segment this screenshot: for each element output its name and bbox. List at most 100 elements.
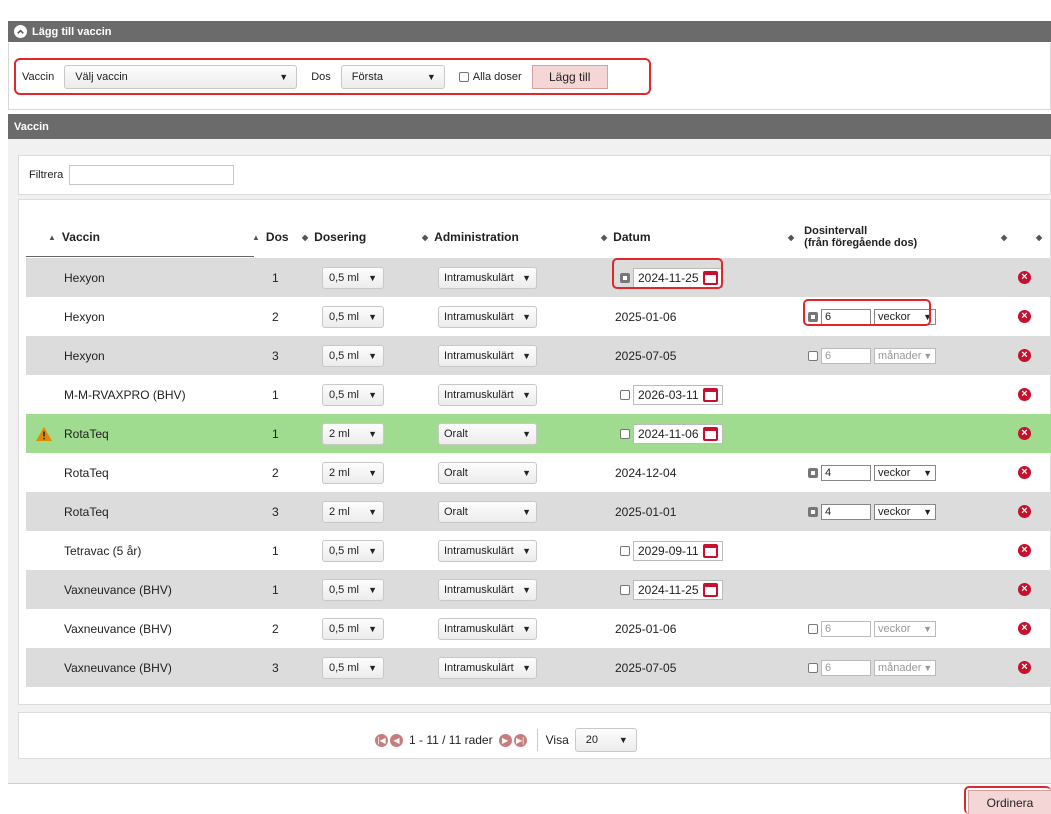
dosage-select[interactable]: 0,5 ml ▼ bbox=[322, 266, 384, 289]
dosage-select[interactable]: 0,5 ml ▼ bbox=[322, 578, 384, 601]
administration-select[interactable]: Intramuskulärt ▼ bbox=[438, 344, 537, 367]
interval-unit-select[interactable]: månader ▼ bbox=[874, 659, 936, 676]
delete-icon[interactable]: × bbox=[1018, 622, 1031, 635]
date-input[interactable]: 2024-11-06 bbox=[633, 423, 723, 444]
dose-select[interactable]: Första ▼ bbox=[340, 64, 445, 89]
interval-unit-select[interactable]: månader ▼ bbox=[874, 347, 936, 364]
interval-checkbox[interactable] bbox=[808, 467, 818, 478]
table-row[interactable]: M-M-RVAXPRO (BHV) 1 0,5 ml ▼ Intramuskulärt ▼… bbox=[26, 375, 1051, 414]
pager-controls: |◀ ◀ 1 - 11 / 11 rader ▶ ▶| Visa 20 ▼ bbox=[375, 728, 637, 752]
table-row[interactable]: RotaTeq 1 2 ml ▼ Oralt ▼ 2024-11-06 × bbox=[26, 414, 1051, 453]
table-row[interactable]: Vaxneuvance (BHV) 1 0,5 ml ▼ Intramuskulärt ▼… bbox=[26, 570, 1051, 609]
calendar-icon[interactable] bbox=[702, 426, 718, 441]
next-page-icon[interactable]: ▶ bbox=[498, 733, 512, 747]
interval-checkbox[interactable] bbox=[808, 623, 818, 634]
date-checkbox[interactable] bbox=[620, 545, 630, 556]
vaccine-select[interactable]: Välj vaccin ▼ bbox=[64, 64, 298, 89]
calendar-icon[interactable] bbox=[702, 543, 718, 558]
col-extra-2[interactable]: ◆ bbox=[1036, 233, 1048, 242]
delete-icon[interactable]: × bbox=[1018, 661, 1031, 674]
dosage-select[interactable]: 2 ml ▼ bbox=[322, 422, 384, 445]
administration-select[interactable]: Intramuskulärt ▼ bbox=[438, 656, 537, 679]
dosage-select[interactable]: 2 ml ▼ bbox=[322, 461, 384, 484]
date-checkbox[interactable] bbox=[620, 584, 630, 595]
delete-icon[interactable]: × bbox=[1018, 349, 1031, 362]
dosage-select[interactable]: 0,5 ml ▼ bbox=[322, 539, 384, 562]
delete-icon[interactable]: × bbox=[1018, 388, 1031, 401]
caret-down-icon: ▼ bbox=[368, 272, 377, 283]
delete-icon[interactable]: × bbox=[1018, 310, 1031, 323]
administration-select[interactable]: Intramuskulärt ▼ bbox=[438, 578, 537, 601]
date-input[interactable]: 2024-11-25 bbox=[633, 579, 723, 600]
collapse-up-icon[interactable] bbox=[14, 25, 27, 38]
administration-select[interactable]: Oralt ▼ bbox=[438, 500, 537, 523]
table-row[interactable]: RotaTeq 2 2 ml ▼ Oralt ▼ 2024-12-04 4 veckor ▼ × bbox=[26, 453, 1051, 492]
date-input[interactable]: 2029-09-11 bbox=[633, 540, 723, 561]
delete-icon[interactable]: × bbox=[1018, 583, 1031, 596]
date-input[interactable]: 2026-03-11 bbox=[633, 384, 723, 405]
interval-value-input[interactable]: 6 bbox=[821, 347, 871, 364]
dosage-select[interactable]: 0,5 ml ▼ bbox=[322, 617, 384, 640]
administration-select[interactable]: Oralt ▼ bbox=[438, 422, 537, 445]
page-size-select[interactable]: 20 ▼ bbox=[574, 728, 637, 752]
add-button[interactable]: Lägg till bbox=[531, 64, 608, 89]
table-row[interactable]: RotaTeq 3 2 ml ▼ Oralt ▼ 2025-01-01 4 veckor ▼ × bbox=[26, 492, 1051, 531]
col-dosage[interactable]: ◆ Dosering bbox=[302, 230, 366, 244]
checkbox-icon[interactable] bbox=[458, 71, 469, 82]
delete-icon[interactable]: × bbox=[1018, 427, 1031, 440]
calendar-icon[interactable] bbox=[702, 387, 718, 402]
administration-select[interactable]: Intramuskulärt ▼ bbox=[438, 383, 537, 406]
interval-value-input[interactable]: 4 bbox=[821, 464, 871, 481]
col-date[interactable]: ◆ Datum bbox=[601, 230, 651, 244]
table-row[interactable]: Vaxneuvance (BHV) 3 0,5 ml ▼ Intramuskulärt ▼… bbox=[26, 648, 1051, 687]
dose-number: 1 bbox=[272, 270, 279, 285]
filter-input[interactable] bbox=[69, 165, 235, 185]
table-header: ▲ Vaccin ▲ Dos ◆ Dosering ◆ Administrati… bbox=[26, 218, 1051, 256]
administration-select[interactable]: Intramuskulärt ▼ bbox=[438, 617, 537, 640]
dosage-select[interactable]: 0,5 ml ▼ bbox=[322, 656, 384, 679]
dosage-select[interactable]: 0,5 ml ▼ bbox=[322, 344, 384, 367]
sort-underline bbox=[26, 256, 254, 257]
col-dosage-label: Dosering bbox=[314, 230, 367, 244]
interval-checkbox[interactable] bbox=[808, 350, 818, 361]
dosage-select[interactable]: 0,5 ml ▼ bbox=[322, 305, 384, 328]
delete-icon[interactable]: × bbox=[1018, 505, 1031, 518]
interval-value-input[interactable]: 4 bbox=[821, 503, 871, 520]
dosage-select[interactable]: 2 ml ▼ bbox=[322, 500, 384, 523]
delete-icon[interactable]: × bbox=[1018, 466, 1031, 479]
col-extra-1[interactable]: ◆ bbox=[1001, 233, 1013, 242]
interval-checkbox[interactable] bbox=[808, 506, 818, 517]
add-vaccine-panel-header[interactable]: Lägg till vaccin bbox=[8, 21, 1051, 42]
interval-checkbox[interactable] bbox=[808, 662, 818, 673]
prev-page-icon[interactable]: ◀ bbox=[390, 733, 403, 747]
last-page-icon[interactable]: ▶| bbox=[513, 733, 527, 747]
interval-value-input[interactable]: 6 bbox=[821, 659, 871, 676]
interval-unit-select[interactable]: veckor ▼ bbox=[874, 464, 936, 481]
interval-unit-select[interactable]: veckor ▼ bbox=[874, 503, 936, 520]
dosage-select[interactable]: 0,5 ml ▼ bbox=[322, 383, 384, 406]
order-button[interactable]: Ordinera bbox=[968, 790, 1051, 814]
delete-icon[interactable]: × bbox=[1018, 271, 1031, 284]
table-row[interactable]: Tetravac (5 år) 1 0,5 ml ▼ Intramuskulärt ▼ 20… bbox=[26, 531, 1051, 570]
table-row[interactable]: Vaxneuvance (BHV) 2 0,5 ml ▼ Intramuskulärt ▼… bbox=[26, 609, 1051, 648]
calendar-icon[interactable] bbox=[702, 582, 718, 597]
date-checkbox[interactable] bbox=[620, 389, 630, 400]
table-row[interactable]: Hexyon 3 0,5 ml ▼ Intramuskulärt ▼ 2025-07-05 6… bbox=[26, 336, 1051, 375]
administration-select[interactable]: Intramuskulärt ▼ bbox=[438, 305, 537, 328]
col-administration[interactable]: ◆ Administration bbox=[422, 230, 519, 244]
vaccine-select-value: Välj vaccin bbox=[75, 70, 128, 83]
administration-select[interactable]: Intramuskulärt ▼ bbox=[438, 539, 537, 562]
table-row[interactable]: Hexyon 1 0,5 ml ▼ Intramuskulärt ▼ 2024-11-25 × bbox=[26, 258, 1051, 297]
date-checkbox[interactable] bbox=[620, 428, 630, 439]
administration-select[interactable]: Oralt ▼ bbox=[438, 461, 537, 484]
all-doses-checkbox[interactable]: Alla doser bbox=[458, 71, 522, 83]
col-vaccine[interactable]: ▲ Vaccin bbox=[48, 230, 100, 244]
interval-value-input[interactable]: 6 bbox=[821, 620, 871, 637]
col-interval[interactable]: ◆ Dosintervall (från föregående dos) bbox=[788, 225, 917, 249]
pager-range: 1 - 11 / 11 rader bbox=[409, 733, 493, 747]
col-dose[interactable]: ▲ Dos bbox=[252, 230, 289, 244]
interval-unit-select[interactable]: veckor ▼ bbox=[874, 620, 936, 637]
first-page-icon[interactable]: |◀ bbox=[375, 733, 388, 747]
administration-select[interactable]: Intramuskulärt ▼ bbox=[438, 266, 537, 289]
delete-icon[interactable]: × bbox=[1018, 544, 1031, 557]
